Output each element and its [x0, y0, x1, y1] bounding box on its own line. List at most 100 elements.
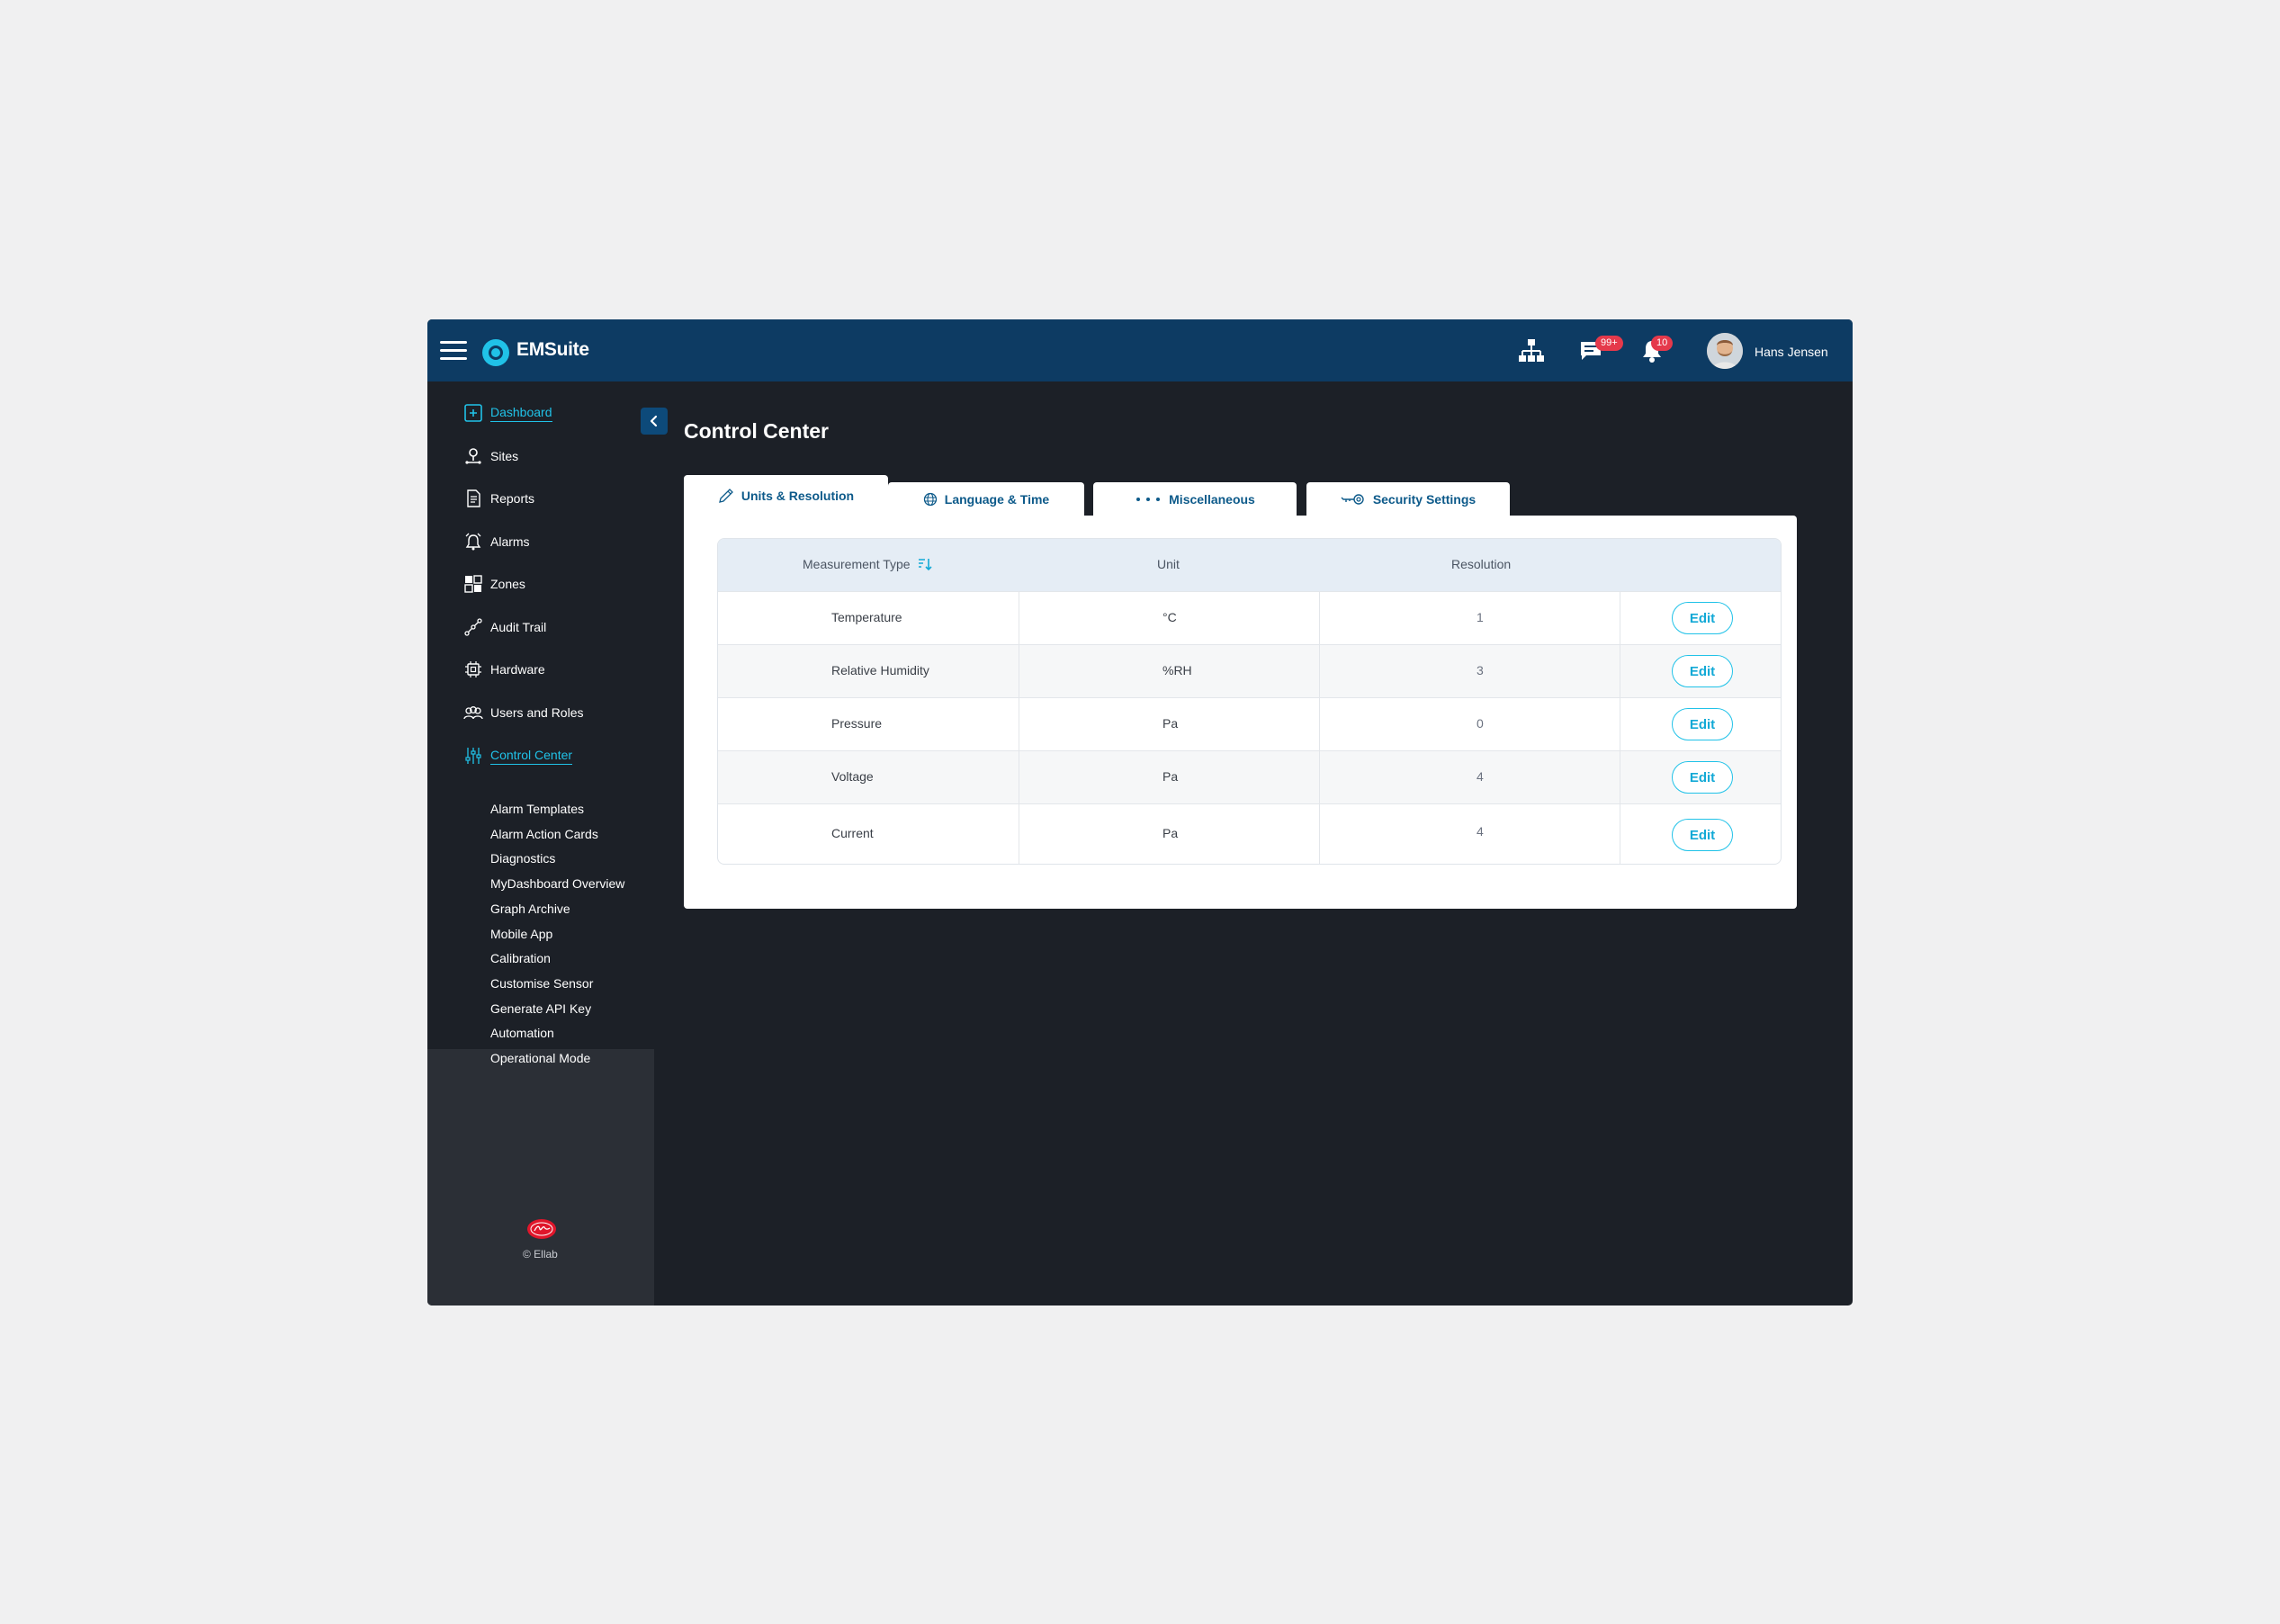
edit-button[interactable]: Edit	[1672, 761, 1733, 794]
submenu-item-graph-archive[interactable]: Graph Archive	[490, 902, 570, 916]
tab-label: Miscellaneous	[1169, 491, 1255, 507]
table-row: Relative Humidity %RH 3 Edit	[718, 644, 1781, 697]
sidebar-item-label: Zones	[490, 577, 525, 591]
control-center-submenu	[427, 1049, 654, 1305]
messages-badge: 99+	[1595, 336, 1623, 351]
sidebar-item-reports[interactable]: Reports	[463, 487, 534, 510]
sidebar-item-label: Users and Roles	[490, 705, 584, 720]
tab-label: Language & Time	[944, 491, 1050, 507]
sidebar-item-label: Control Center	[490, 748, 573, 765]
tab-label: Units & Resolution	[741, 489, 855, 503]
key-icon	[1341, 492, 1366, 507]
sidebar-item-sites[interactable]: Sites	[463, 444, 518, 468]
submenu-item-mobile-app[interactable]: Mobile App	[490, 927, 552, 941]
column-header-unit: Unit	[1157, 557, 1180, 571]
cell-measurement-type: Relative Humidity	[831, 663, 929, 677]
copyright-text: © Ellab	[523, 1248, 558, 1261]
cell-measurement-type: Current	[831, 826, 874, 840]
page-title: Control Center	[684, 419, 829, 443]
submenu-item-operational-mode[interactable]: Operational Mode	[490, 1051, 590, 1065]
sidebar-item-hardware[interactable]: Hardware	[463, 658, 545, 681]
zones-icon	[463, 574, 483, 594]
tab-units-resolution[interactable]: Units & Resolution	[684, 475, 888, 516]
table-header: Measurement Type Unit Resolution	[718, 539, 1781, 591]
submenu-item-diagnostics[interactable]: Diagnostics	[490, 851, 555, 866]
edit-button[interactable]: Edit	[1672, 819, 1733, 851]
sidebar-item-label: Dashboard	[490, 405, 552, 422]
ellab-logo-icon	[527, 1219, 556, 1239]
submenu-item-automation[interactable]: Automation	[490, 1026, 554, 1040]
cell-resolution: 3	[1477, 663, 1484, 677]
audit-trail-icon	[463, 617, 483, 637]
dots-icon	[1135, 497, 1162, 502]
edit-button[interactable]: Edit	[1672, 602, 1733, 634]
sitemap-icon[interactable]	[1517, 337, 1546, 364]
avatar[interactable]	[1707, 333, 1743, 369]
submenu-item-mydashboard-overview[interactable]: MyDashboard Overview	[490, 876, 624, 891]
hardware-icon	[463, 659, 483, 679]
cell-resolution: 1	[1477, 610, 1484, 624]
cell-measurement-type: Temperature	[831, 610, 902, 624]
sidebar-item-alarms[interactable]: Alarms	[463, 530, 530, 553]
cell-measurement-type: Voltage	[831, 769, 874, 784]
control-center-icon	[463, 746, 483, 766]
column-header-resolution: Resolution	[1451, 557, 1512, 571]
top-bar: EMSuite 99+ 10 Hans Jensen	[427, 319, 1853, 381]
cell-unit: Pa	[1162, 769, 1179, 784]
app-window: EMSuite 99+ 10 Hans Jensen Dashboard Sit…	[427, 319, 1853, 1305]
alarm-icon	[463, 532, 483, 552]
table-row: Temperature °C 1 Edit	[718, 591, 1781, 644]
menu-icon[interactable]	[440, 341, 467, 361]
table-row: Pressure Pa 0 Edit	[718, 697, 1781, 750]
user-name[interactable]: Hans Jensen	[1755, 345, 1828, 359]
submenu-item-generate-api-key[interactable]: Generate API Key	[490, 1001, 591, 1016]
submenu-item-alarm-action-cards[interactable]: Alarm Action Cards	[490, 827, 598, 841]
sidebar-item-label: Audit Trail	[490, 620, 547, 634]
tab-language-time[interactable]: Language & Time	[888, 482, 1084, 516]
sidebar-item-label: Sites	[490, 449, 519, 463]
units-resolution-panel: Measurement Type Unit Resolution Tempera…	[684, 516, 1797, 909]
units-table: Measurement Type Unit Resolution Tempera…	[717, 538, 1782, 865]
table-row: Current Pa 4 Edit	[718, 803, 1781, 864]
reports-icon	[463, 489, 483, 508]
cell-unit: Pa	[1162, 826, 1179, 840]
globe-icon	[923, 492, 938, 507]
emsuite-logo-icon	[482, 339, 509, 366]
dashboard-icon	[463, 403, 483, 423]
cell-unit: °C	[1162, 610, 1177, 624]
submenu-item-customise-sensor[interactable]: Customise Sensor	[490, 976, 593, 991]
cell-resolution: 4	[1477, 824, 1484, 839]
sidebar-item-label: Reports	[490, 491, 535, 506]
sidebar-item-zones[interactable]: Zones	[463, 572, 525, 596]
tab-label: Security Settings	[1372, 491, 1477, 507]
cell-unit: Pa	[1162, 716, 1179, 731]
chevron-left-icon	[650, 415, 658, 427]
submenu-item-alarm-templates[interactable]: Alarm Templates	[490, 802, 584, 816]
app-title: EMSuite	[516, 339, 589, 360]
submenu-item-calibration[interactable]: Calibration	[490, 951, 551, 965]
sidebar-item-users-and-roles[interactable]: Users and Roles	[463, 701, 584, 724]
sidebar-item-label: Hardware	[490, 662, 545, 677]
sidebar-item-audit-trail[interactable]: Audit Trail	[463, 615, 546, 639]
edit-button[interactable]: Edit	[1672, 655, 1733, 687]
sort-icon[interactable]	[918, 557, 932, 571]
column-header-label: Measurement Type	[803, 557, 911, 571]
column-divider	[1319, 591, 1320, 864]
column-header-measurement-type[interactable]: Measurement Type	[803, 557, 932, 571]
table-row: Voltage Pa 4 Edit	[718, 750, 1781, 803]
cell-unit: %RH	[1162, 663, 1192, 677]
users-icon	[463, 703, 483, 722]
notifications-badge: 10	[1651, 336, 1674, 351]
collapse-sidebar-button[interactable]	[641, 408, 668, 435]
cell-measurement-type: Pressure	[831, 716, 883, 731]
tab-miscellaneous[interactable]: Miscellaneous	[1093, 482, 1297, 516]
sidebar-item-control-center[interactable]: Control Center	[463, 744, 573, 767]
pencil-icon	[718, 488, 734, 504]
cell-resolution: 4	[1477, 769, 1484, 784]
sidebar-item-label: Alarms	[490, 534, 530, 549]
sites-icon	[463, 446, 483, 466]
edit-button[interactable]: Edit	[1672, 708, 1733, 740]
tab-security-settings[interactable]: Security Settings	[1306, 482, 1510, 516]
cell-resolution: 0	[1477, 716, 1484, 731]
sidebar-item-dashboard[interactable]: Dashboard	[463, 401, 552, 425]
